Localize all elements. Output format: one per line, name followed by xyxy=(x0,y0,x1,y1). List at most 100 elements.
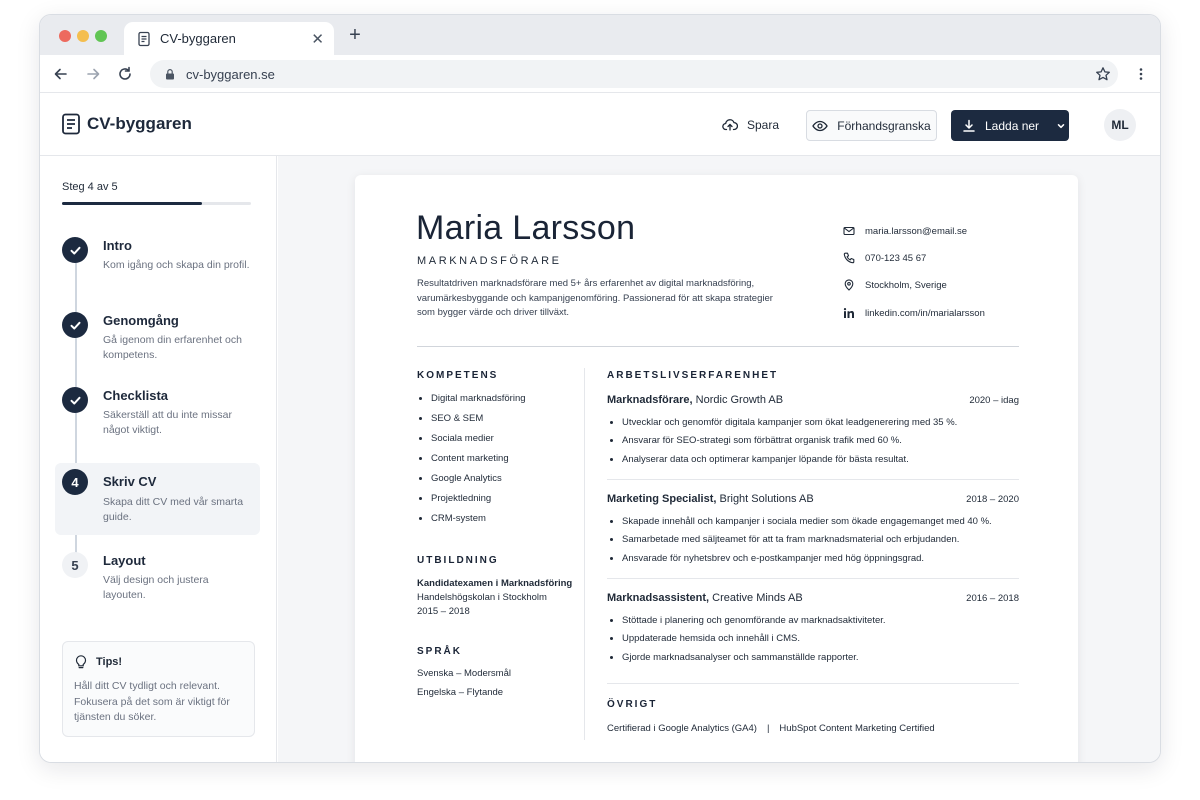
preview-label: Förhandsgranska xyxy=(837,118,931,133)
app-logo[interactable]: CV-byggaren xyxy=(61,113,192,135)
certification-separator: | xyxy=(766,723,770,734)
job-company: Bright Solutions AB xyxy=(719,493,814,505)
tips-title: Tips! xyxy=(96,655,123,668)
list-item: Sociala medier xyxy=(417,433,526,453)
job-bullet: Ansvarar för SEO-strategi som förbättrat… xyxy=(608,435,902,446)
step-description: Gå igenom din erfarenhet och kompetens. xyxy=(103,334,242,361)
browser-tabbar: CV-byggaren ✕ + xyxy=(40,15,1160,55)
job-bullet: Analyserar data och optimerar kampanjer … xyxy=(608,454,909,465)
competence-heading: KOMPETENS xyxy=(417,370,499,381)
job-bullet: Utvecklar och genomför digitala kampanje… xyxy=(608,417,957,428)
language-item: Engelska – Flytande xyxy=(417,687,504,698)
certifications: Certifierad i Google Analytics (GA4) | H… xyxy=(607,723,935,734)
document-icon xyxy=(62,113,80,135)
job-bullet: Gjorde marknadsanalyser och sammanställd… xyxy=(608,652,859,663)
job-role: Marknadsassistent, xyxy=(607,592,710,604)
skills-list: Digital marknadsföring SEO & SEM Sociala… xyxy=(417,393,526,533)
job-dates: 2016 – 2018 xyxy=(966,593,1019,604)
job-company: Nordic Growth AB xyxy=(695,394,784,406)
save-button[interactable]: Spara xyxy=(712,111,789,139)
lock-icon xyxy=(166,69,174,80)
job-dates: 2020 – idag xyxy=(969,395,1019,406)
reload-icon[interactable] xyxy=(116,65,134,83)
step-intro[interactable]: Intro Kom igång och skapa din profil. xyxy=(55,230,260,302)
list-item: Google Analytics xyxy=(417,473,526,493)
list-item: Content marketing xyxy=(417,453,526,473)
url-text: cv-byggaren.se xyxy=(186,66,275,82)
progress-fill xyxy=(62,202,202,205)
job-title: Marknadsförare, Nordic Growth AB xyxy=(607,394,783,406)
url-field[interactable]: cv-byggaren.se xyxy=(150,60,1118,88)
forward-arrow-icon[interactable] xyxy=(84,65,102,83)
job-role: Marketing Specialist, xyxy=(607,493,717,505)
back-arrow-icon[interactable] xyxy=(52,65,70,83)
bookmark-star-icon[interactable] xyxy=(1095,66,1111,82)
steps-sidebar: Steg 4 av 5 Intro Kom igång och skapa di… xyxy=(40,156,277,762)
browser-menu-icon[interactable] xyxy=(1133,66,1149,82)
cv-summary: Resultatdriven marknadsförare med 5+ års… xyxy=(417,278,773,318)
mail-icon xyxy=(843,226,855,236)
contact-linkedin-text: linkedin.com/in/marialarsson xyxy=(865,307,985,319)
download-button[interactable]: Ladda ner xyxy=(951,110,1069,141)
app-header: CV-byggaren Spara Förhandsgranska Ladda … xyxy=(40,93,1160,156)
job-separator xyxy=(607,479,1019,480)
step-number-badge: 5 xyxy=(62,552,88,578)
list-item: SEO & SEM xyxy=(417,413,526,433)
education-years: 2015 – 2018 xyxy=(417,606,470,617)
main-content: Maria Larsson MARKNADSFÖRARE Resultatdri… xyxy=(278,156,1160,762)
contact-phone-text: 070-123 45 67 xyxy=(865,252,927,264)
step-title: Layout xyxy=(103,553,146,568)
step-title: Intro xyxy=(103,238,132,253)
languages-heading: SPRÅK xyxy=(417,646,463,657)
cv-name: Maria Larsson xyxy=(416,209,636,247)
cv-role: MARKNADSFÖRARE xyxy=(417,255,562,267)
step-description: Kom igång och skapa din profil. xyxy=(103,259,250,271)
window-minimize-dot[interactable] xyxy=(77,30,89,42)
check-icon xyxy=(62,387,88,413)
contact-location-text: Stockholm, Sverige xyxy=(865,279,947,291)
language-item: Svenska – Modersmål xyxy=(417,668,511,679)
list-item: Digital marknadsföring xyxy=(417,393,526,413)
column-divider xyxy=(584,368,585,740)
preview-button[interactable]: Förhandsgranska xyxy=(806,110,937,141)
download-label: Ladda ner xyxy=(985,118,1040,133)
contact-phone[interactable]: 070-123 45 67 xyxy=(843,252,926,264)
browser-tab[interactable]: CV-byggaren ✕ xyxy=(124,22,334,55)
linkedin-icon xyxy=(843,308,854,318)
cv-preview: Maria Larsson MARKNADSFÖRARE Resultatdri… xyxy=(355,175,1078,762)
certification-item: HubSpot Content Marketing Certified xyxy=(779,723,935,734)
chevron-down-icon[interactable] xyxy=(1056,121,1066,131)
other-heading: ÖVRIGT xyxy=(607,699,658,710)
window-close-dot[interactable] xyxy=(59,30,71,42)
tips-text: Håll ditt CV tydligt och relevant. Fokus… xyxy=(74,680,230,723)
new-tab-button[interactable]: + xyxy=(345,25,365,45)
avatar[interactable]: ML xyxy=(1104,109,1136,141)
step-description: Skapa ditt CV med vår smarta guide. xyxy=(103,496,244,523)
list-item: Projektledning xyxy=(417,493,526,513)
save-label: Spara xyxy=(747,118,780,132)
check-icon xyxy=(62,312,88,338)
download-icon xyxy=(963,119,975,132)
education-degree: Kandidatexamen i Marknadsföring xyxy=(417,578,573,589)
step-skriv-cv[interactable]: 4 Skriv CV Skapa ditt CV med vår smarta … xyxy=(55,463,260,535)
job-dates: 2018 – 2020 xyxy=(966,494,1019,505)
job-bullet: Samarbetade med säljteamet för att ta fr… xyxy=(608,534,959,545)
window-maximize-dot[interactable] xyxy=(95,30,107,42)
browser-window: CV-byggaren ✕ + cv-byggaren.se CV-byggar… xyxy=(39,14,1161,763)
education-school: Handelshögskolan i Stockholm xyxy=(417,592,547,603)
step-genomgang[interactable]: Genomgång Gå igenom din erfarenhet och k… xyxy=(55,305,260,377)
job-company: Creative Minds AB xyxy=(712,592,803,604)
job-separator xyxy=(607,683,1019,684)
contact-email[interactable]: maria.larsson@email.se xyxy=(843,225,967,237)
close-icon[interactable]: ✕ xyxy=(311,30,324,48)
job-bullet: Stöttade i planering och genomförande av… xyxy=(608,615,886,626)
contact-linkedin[interactable]: linkedin.com/in/marialarsson xyxy=(843,307,985,319)
job-title: Marknadsassistent, Creative Minds AB xyxy=(607,592,803,604)
step-counter: Steg 4 av 5 xyxy=(62,181,118,193)
step-layout[interactable]: 5 Layout Välj design och justera layoute… xyxy=(55,545,260,617)
tips-box: Tips! Håll ditt CV tydligt och relevant.… xyxy=(62,641,255,737)
education-heading: UTBILDNING xyxy=(417,555,499,566)
step-checklista[interactable]: Checklista Säkerställ att du inte missar… xyxy=(55,380,260,452)
job-separator xyxy=(607,578,1019,579)
cv-divider xyxy=(417,346,1019,347)
